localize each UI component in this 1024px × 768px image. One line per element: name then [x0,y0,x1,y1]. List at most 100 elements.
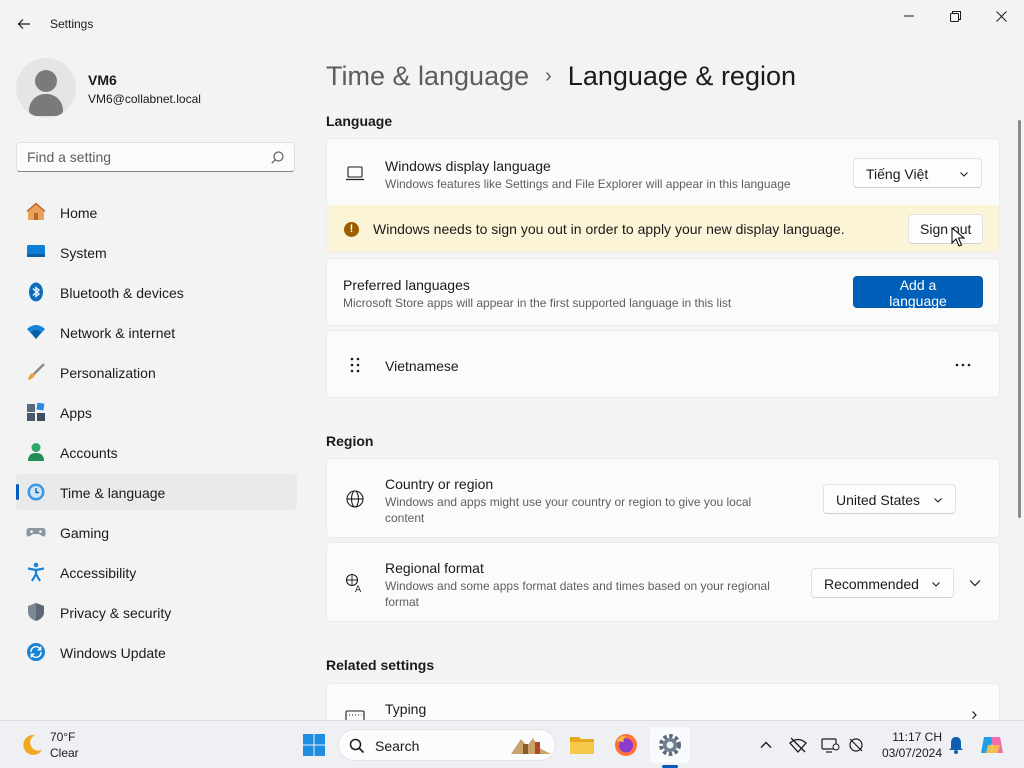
display-language-row: Windows display language Windows feature… [326,138,1000,206]
sidebar-item-label: Home [60,205,98,221]
accessibility-icon [27,562,45,582]
regional-format-description-line2: format [385,595,420,609]
find-setting-input[interactable] [27,149,267,165]
sidebar-item-time-language[interactable]: Time & language [16,474,297,510]
update-icon [27,643,45,661]
preferred-languages-row: Preferred languages Microsoft Store apps… [326,258,1000,326]
drag-handle-icon[interactable] [345,355,365,375]
sidebar-item-home[interactable]: Home [16,194,297,230]
language-name: Vietnamese [385,358,459,374]
scrollbar[interactable] [1018,120,1021,518]
find-setting-box[interactable] [16,142,295,172]
maximize-button[interactable] [932,0,978,32]
regional-format-dropdown[interactable]: Recommended [811,568,954,598]
regional-format-icon: A [345,573,362,593]
clock-time[interactable]: 11:17 CH [880,730,942,744]
sidebar-item-label: Personalization [60,365,156,381]
weather-condition: Clear [50,746,79,760]
sidebar-item-system[interactable]: System [16,234,297,270]
weather-temp: 70°F [50,730,76,744]
sidebar-item-bluetooth[interactable]: Bluetooth & devices [16,274,297,310]
gaming-icon [26,528,46,537]
network-icon [27,325,45,339]
display-language-description: Windows features like Settings and File … [385,177,791,191]
sidebar-item-accessibility[interactable]: Accessibility [16,554,297,590]
title-bar: Settings [0,0,1024,48]
sidebar-item-label: Apps [60,405,92,421]
close-button[interactable] [978,0,1024,32]
clock-date[interactable]: 03/07/2024 [870,746,942,760]
country-region-description-line2: content [385,511,425,525]
sidebar-item-windows-update[interactable]: Windows Update [16,634,297,670]
sidebar-item-label: Privacy & security [60,605,172,621]
sidebar-item-apps[interactable]: Apps [16,394,297,430]
country-region-dropdown[interactable]: United States [823,484,956,514]
sidebar-item-label: System [60,245,107,261]
user-profile[interactable]: VM6 VM6@collabnet.local [16,56,296,120]
copilot-icon[interactable] [980,733,1004,757]
sidebar-item-accounts[interactable]: Accounts [16,434,297,470]
taskbar-search-label: Search [375,738,420,754]
search-icon [271,151,284,164]
sidebar-item-label: Accounts [60,445,118,461]
close-icon [995,10,1007,22]
breadcrumb-parent[interactable]: Time & language [326,61,529,92]
expand-chevron-icon[interactable] [968,577,982,589]
settings-icon [659,734,681,756]
start-button[interactable] [294,727,334,763]
minimize-icon [904,15,914,17]
shield-icon [28,603,44,621]
minimize-button[interactable] [886,0,932,32]
page-title: Language & region [567,60,796,91]
laptop-icon [346,166,364,181]
sync-icon[interactable] [846,735,866,755]
sidebar-item-label: Gaming [60,525,110,541]
language-section-title: Language [326,113,393,129]
add-language-button[interactable]: Add a language [853,276,983,309]
more-options-icon[interactable] [953,355,973,375]
preferred-languages-description: Microsoft Store apps will appear in the … [343,296,732,310]
sidebar-nav: Home System Bluetooth & devices Network … [16,194,297,674]
app-title: Settings [50,17,94,31]
typing-row[interactable]: Typing [326,683,1000,724]
sign-out-button[interactable]: Sign out [908,214,984,244]
display-language-title: Windows display language [385,158,551,174]
chevron-up-icon[interactable] [756,735,776,755]
apps-icon [27,402,45,421]
user-name: VM6 [88,72,117,88]
firefox-icon [615,734,637,756]
sidebar-item-label: Time & language [60,485,166,501]
sidebar-item-network[interactable]: Network & internet [16,314,297,350]
country-region-row: Country or region Windows and apps might… [326,458,1000,538]
mouse-cursor-icon [951,227,965,247]
time-language-icon [27,483,45,501]
back-button[interactable] [12,12,36,36]
system-icon [27,245,45,257]
firefox-button[interactable] [606,727,646,763]
search-highlight-art-icon [511,738,551,754]
sidebar-item-privacy[interactable]: Privacy & security [16,594,297,630]
sidebar-item-gaming[interactable]: Gaming [16,514,297,550]
user-email: VM6@collabnet.local [88,92,201,106]
country-region-value: United States [836,492,921,508]
chevron-down-icon [932,582,940,587]
breadcrumb-separator: › [545,64,552,87]
settings-taskbar-button[interactable] [650,727,690,763]
sidebar-item-label: Accessibility [60,565,137,581]
avatar [16,58,76,118]
preferred-languages-title: Preferred languages [343,277,470,293]
file-explorer-button[interactable] [562,727,602,763]
region-section-title: Region [326,433,374,449]
moon-icon [23,734,42,755]
regional-format-row[interactable]: A Regional format Windows and some apps … [326,542,1000,622]
warning-text: Windows needs to sign you out in order t… [373,221,845,237]
display-language-dropdown[interactable]: Tiếng Việt [853,158,982,188]
network-off-icon[interactable] [788,735,808,755]
home-icon [26,202,46,220]
notification-bell-icon[interactable] [946,735,966,755]
language-list-item[interactable]: Vietnamese [326,330,1000,398]
regional-format-title: Regional format [385,560,484,576]
taskbar-search[interactable]: Search [338,729,556,761]
display-icon[interactable] [820,735,840,755]
sidebar-item-personalization[interactable]: Personalization [16,354,297,390]
